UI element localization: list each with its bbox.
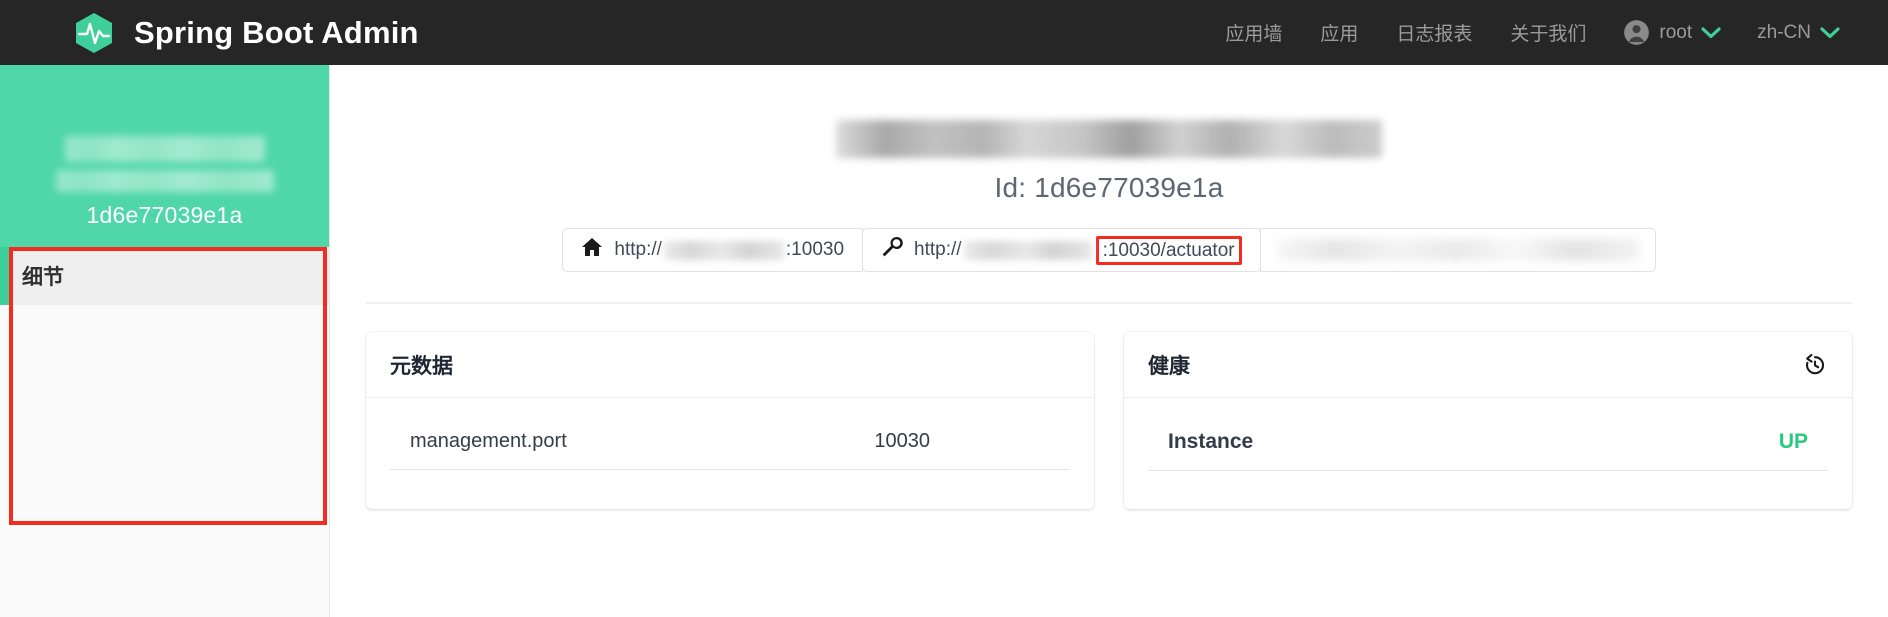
instance-title-block: Id: 1d6e77039e1a <box>366 65 1852 204</box>
instance-title-blurred <box>836 120 1382 158</box>
navbar-right: 应用墙 应用 日志报表 关于我们 root zh-CN <box>1206 19 1888 46</box>
heartbeat-hexagon-icon <box>74 12 114 54</box>
sidebar-app-name-blurred-2 <box>55 170 274 192</box>
tag-service-url-suffix: :10030 <box>785 239 845 260</box>
metadata-value: 10030 <box>874 430 930 452</box>
brand-title: Spring Boot Admin <box>134 14 419 50</box>
metadata-card-body: management.port 10030 <box>366 398 1094 504</box>
language-menu-label: zh-CN <box>1757 21 1811 43</box>
status-badge: UP <box>1778 430 1808 453</box>
table-row: management.port 10030 <box>390 420 1070 470</box>
health-card: 健康 Instance UP <box>1124 332 1852 509</box>
nav-link-about-us[interactable]: 关于我们 <box>1491 19 1605 46</box>
home-icon <box>581 236 614 264</box>
language-menu[interactable]: zh-CN <box>1739 22 1858 44</box>
user-menu-label: root <box>1659 21 1693 43</box>
sidebar-header: 1d6e77039e1a <box>0 65 329 247</box>
sidebar-instance-id: 1d6e77039e1a <box>86 202 243 228</box>
annotation-highlight-actuator: :10030/actuator <box>1095 235 1242 265</box>
instance-id-label: Id: 1d6e77039e1a <box>994 172 1224 203</box>
brand[interactable]: Spring Boot Admin <box>0 12 419 54</box>
metadata-card-title: 元数据 <box>390 354 453 378</box>
tag-service-url-host-blurred <box>663 240 784 260</box>
metadata-card-spacer <box>390 470 1070 480</box>
tag-service-url[interactable]: http:// :10030 <box>562 228 864 272</box>
main-content: Id: 1d6e77039e1a http:// :10030 http:// … <box>330 65 1888 617</box>
top-navbar: Spring Boot Admin 应用墙 应用 日志报表 关于我们 root <box>0 0 1888 65</box>
nav-link-app-wall[interactable]: 应用墙 <box>1206 19 1301 46</box>
metadata-card: 元数据 management.port 10030 <box>366 332 1094 509</box>
chevron-down-icon <box>1701 26 1721 39</box>
chevron-down-icon <box>1820 26 1840 39</box>
tag-service-url-prefix: http:// <box>614 239 662 260</box>
tag-extra-content-blurred <box>1276 239 1639 261</box>
sidebar-menu: 细节 <box>0 247 329 525</box>
user-avatar-icon <box>1623 19 1650 46</box>
sidebar-empty-area <box>0 305 329 525</box>
content-divider <box>366 302 1852 304</box>
wrench-icon <box>881 236 914 264</box>
metadata-card-header: 元数据 <box>366 332 1094 398</box>
nav-link-log-report[interactable]: 日志报表 <box>1377 19 1491 46</box>
sidebar-item-details[interactable]: 细节 <box>0 247 329 305</box>
table-row-partial <box>1148 471 1828 485</box>
health-card-header: 健康 <box>1124 332 1852 398</box>
table-row: Instance UP <box>1148 420 1828 471</box>
cards-row: 元数据 management.port 10030 健康 Instance UP <box>366 332 1852 509</box>
tag-extra-blurred[interactable] <box>1259 228 1656 272</box>
user-menu[interactable]: root <box>1605 19 1739 46</box>
nav-link-apps[interactable]: 应用 <box>1301 19 1377 46</box>
health-key: Instance <box>1168 430 1254 453</box>
sidebar-app-name-blurred <box>64 136 265 162</box>
sidebar: 1d6e77039e1a 细节 <box>0 65 330 617</box>
health-card-title: 健康 <box>1148 354 1190 378</box>
sidebar-active-accent <box>0 247 9 305</box>
instance-url-tags: http:// :10030 http:// :10030/actuator <box>366 228 1852 272</box>
health-card-body: Instance UP <box>1124 398 1852 509</box>
metadata-key: management.port <box>410 430 567 452</box>
tag-management-url-prefix: http:// <box>914 239 962 260</box>
tag-management-url[interactable]: http:// :10030/actuator <box>862 228 1261 272</box>
page-body: 1d6e77039e1a 细节 Id: 1d6e77039e1a http:// <box>0 65 1888 617</box>
tag-management-url-host-blurred <box>963 240 1092 260</box>
history-restore-icon[interactable] <box>1802 352 1828 378</box>
